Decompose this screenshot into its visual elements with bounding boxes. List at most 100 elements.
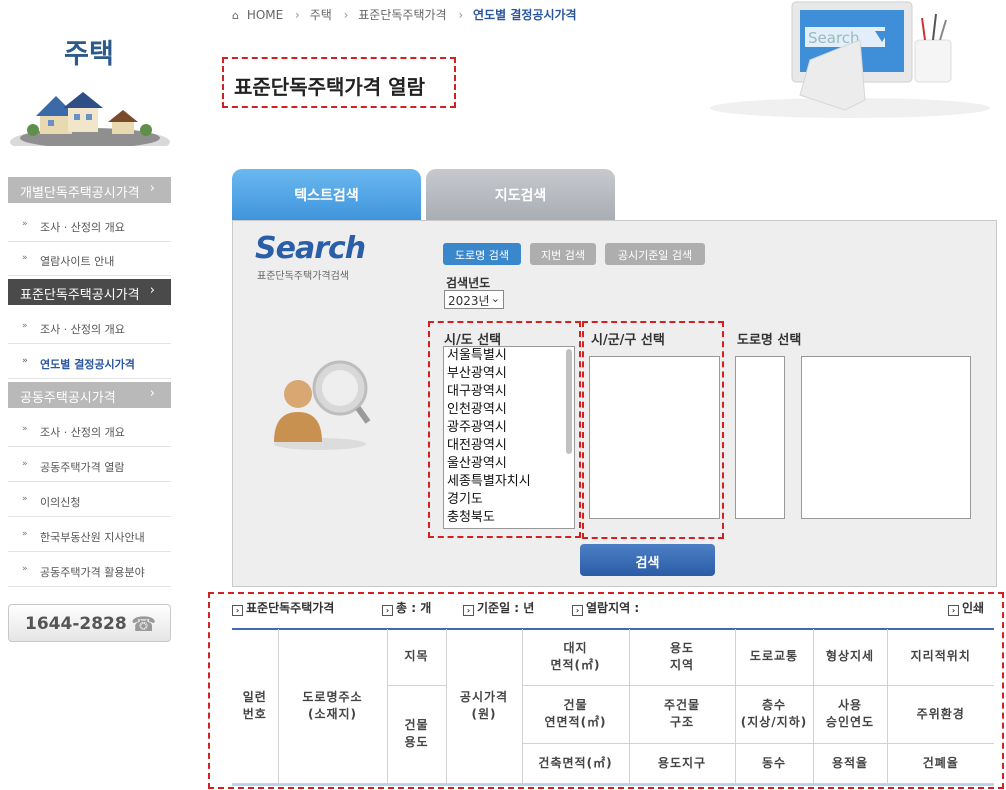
phone-banner: 1644-2828 ☎ xyxy=(8,604,171,642)
chevron-down-icon: ⌄ xyxy=(490,292,500,305)
jibun-search-button[interactable]: 지번 검색 xyxy=(530,243,596,265)
sidebar-item-branch-guide[interactable]: » 한국부동산원 지사안내 xyxy=(8,518,171,552)
sido-option[interactable]: 서울특별시 xyxy=(444,347,574,365)
print-link[interactable]: › 인쇄 xyxy=(948,599,984,616)
th-env: 주위환경 xyxy=(887,685,994,744)
sidebar-item-apartment-view[interactable]: » 공동주택가격 열람 xyxy=(8,448,171,482)
breadcrumb-item[interactable]: 주택 xyxy=(310,8,332,22)
road-initial-listbox[interactable] xyxy=(735,356,785,519)
sido-option[interactable]: 대전광역시 xyxy=(444,437,574,455)
box-arrow-icon: › xyxy=(232,605,243,616)
sidebar: 주택 개별단독주택공시가격 › » 조사 · 산정의 개요 » 열람사이트 안내… xyxy=(0,0,178,790)
sido-option[interactable]: 부산광역시 xyxy=(444,365,574,383)
box-arrow-icon: › xyxy=(382,605,393,616)
result-info-label: 표준단독주택가격 xyxy=(246,601,335,615)
result-info-label: 기준일 : 년 xyxy=(477,601,535,615)
road-label: 도로명 선택 xyxy=(737,333,802,348)
sido-option[interactable]: 광주광역시 xyxy=(444,419,574,437)
year-select[interactable]: 2023년 ⌄ xyxy=(444,290,504,309)
sigungu-label: 시/군/구 선택 xyxy=(591,333,665,348)
sigungu-listbox[interactable] xyxy=(589,356,720,519)
sido-option[interactable]: 충청북도 xyxy=(444,509,574,527)
th-price: 공시가격 (원) xyxy=(446,629,523,784)
search-button[interactable]: 검색 xyxy=(580,544,715,576)
tab-map-search[interactable]: 지도검색 xyxy=(426,169,615,220)
bullet-icon: » xyxy=(22,529,28,539)
th-land-area: 대지 면적(㎡) xyxy=(522,629,630,686)
sido-listbox[interactable]: 서울특별시 부산광역시 대구광역시 인천광역시 광주광역시 대전광역시 울산광역… xyxy=(443,346,575,529)
telephone-icon: ☎ xyxy=(131,612,156,636)
th-district: 용도지구 xyxy=(629,743,736,784)
result-info-total: › 총 : 개 xyxy=(382,599,431,616)
sidebar-category-individual[interactable]: 개별단독주택공시가격 › xyxy=(8,177,171,203)
sidebar-title: 주택 xyxy=(64,39,114,70)
tab-text-search[interactable]: 텍스트검색 xyxy=(232,169,421,220)
th-shape: 형상지세 xyxy=(813,629,888,686)
th-building-use: 건물 용도 xyxy=(387,685,447,784)
sidebar-item-label: 한국부동산원 지사안내 xyxy=(40,531,145,544)
sidebar-item-objection[interactable]: » 이의신청 xyxy=(8,483,171,517)
th-serial: 일련 번호 xyxy=(232,629,279,784)
th-road: 도로교통 xyxy=(735,629,814,686)
sido-option[interactable]: 세종특별자치시 xyxy=(444,473,574,491)
sidebar-item-survey-overview[interactable]: » 조사 · 산정의 개요 xyxy=(8,310,171,344)
sido-option[interactable]: 인천광역시 xyxy=(444,401,574,419)
sidebar-item-label: 조사 · 산정의 개요 xyxy=(40,221,125,234)
sidebar-category-label: 개별단독주택공시가격 xyxy=(20,186,140,201)
th-structure: 주건물 구조 xyxy=(629,685,736,744)
breadcrumb-item[interactable]: 표준단독주택가격 xyxy=(358,8,446,22)
search-logo-subtitle: 표준단독주택가격검색 xyxy=(257,271,349,282)
sidebar-item-label: 이의신청 xyxy=(40,496,81,509)
year-label: 검색년도 xyxy=(446,276,491,290)
breadcrumb: ⌂ HOME › 주택 › 표준단독주택가격 › 연도별 결정공시가격 xyxy=(232,6,581,23)
sido-option[interactable]: 울산광역시 xyxy=(444,455,574,473)
search-monitor-graphic: Search xyxy=(710,1,990,118)
box-arrow-icon: › xyxy=(948,605,959,616)
results-table: 일련 번호 도로명주소 (소재지) 지목 공시가격 (원) 대지 면적(㎡) 용… xyxy=(232,629,994,784)
th-far: 용적율 xyxy=(813,743,888,784)
sidebar-category-apartment[interactable]: 공동주택공시가격 › xyxy=(8,382,171,408)
sidebar-item-label: 조사 · 산정의 개요 xyxy=(40,323,125,336)
houses-illustration xyxy=(10,92,170,146)
sidebar-item-site-guide[interactable]: » 열람사이트 안내 xyxy=(8,242,171,276)
chevron-right-icon: › xyxy=(149,181,155,196)
sidebar-item-survey-overview[interactable]: » 조사 · 산정의 개요 xyxy=(8,208,171,242)
sidebar-item-usage[interactable]: » 공동주택가격 활용분야 xyxy=(8,553,171,587)
search-logo: Search xyxy=(255,231,366,266)
th-address: 도로명주소 (소재지) xyxy=(278,629,388,784)
th-floor-area: 건물 연면적(㎡) xyxy=(522,685,630,744)
result-info-area: › 열람지역 : xyxy=(572,599,639,616)
chevron-right-icon: › xyxy=(343,8,349,22)
box-arrow-icon: › xyxy=(463,605,474,616)
sidebar-item-label: 연도별 결정공시가격 xyxy=(40,358,135,371)
sidebar-category-label: 공동주택공시가격 xyxy=(20,391,116,406)
th-approval: 사용 승인연도 xyxy=(813,685,888,744)
road-listbox[interactable] xyxy=(801,356,971,519)
chevron-right-icon: › xyxy=(149,386,155,401)
box-arrow-icon: › xyxy=(572,605,583,616)
breadcrumb-home[interactable]: HOME xyxy=(247,8,283,22)
th-zone: 용도 지역 xyxy=(629,629,736,686)
sidebar-category-standard[interactable]: 표준단독주택공시가격 › xyxy=(8,279,171,305)
sidebar-item-label: 공동주택가격 활용분야 xyxy=(40,566,145,579)
sidebar-item-yearly-price[interactable]: » 연도별 결정공시가격 xyxy=(8,345,171,379)
sidebar-item-label: 열람사이트 안내 xyxy=(40,255,115,268)
result-info-date: › 기준일 : 년 xyxy=(463,599,534,616)
scrollbar-thumb[interactable] xyxy=(566,349,572,454)
chevron-right-icon: › xyxy=(149,283,155,298)
sido-option[interactable]: 대구광역시 xyxy=(444,383,574,401)
sidebar-category-label: 표준단독주택공시가격 xyxy=(20,288,140,303)
base-date-search-button[interactable]: 공시기준일 검색 xyxy=(605,243,705,265)
bullet-icon: » xyxy=(22,356,28,366)
sidebar-item-survey-overview[interactable]: » 조사 · 산정의 개요 xyxy=(8,413,171,447)
bullet-icon: » xyxy=(22,494,28,504)
bullet-icon: » xyxy=(22,564,28,574)
table-bottom-border xyxy=(232,784,994,786)
sido-option[interactable]: 경기도 xyxy=(444,491,574,509)
bullet-icon: » xyxy=(22,321,28,331)
home-icon: ⌂ xyxy=(232,9,239,22)
bullet-icon: » xyxy=(22,219,28,229)
road-search-button[interactable]: 도로명 검색 xyxy=(443,243,521,265)
sidebar-item-label: 조사 · 산정의 개요 xyxy=(40,426,125,439)
sidebar-item-label: 공동주택가격 열람 xyxy=(40,461,125,474)
